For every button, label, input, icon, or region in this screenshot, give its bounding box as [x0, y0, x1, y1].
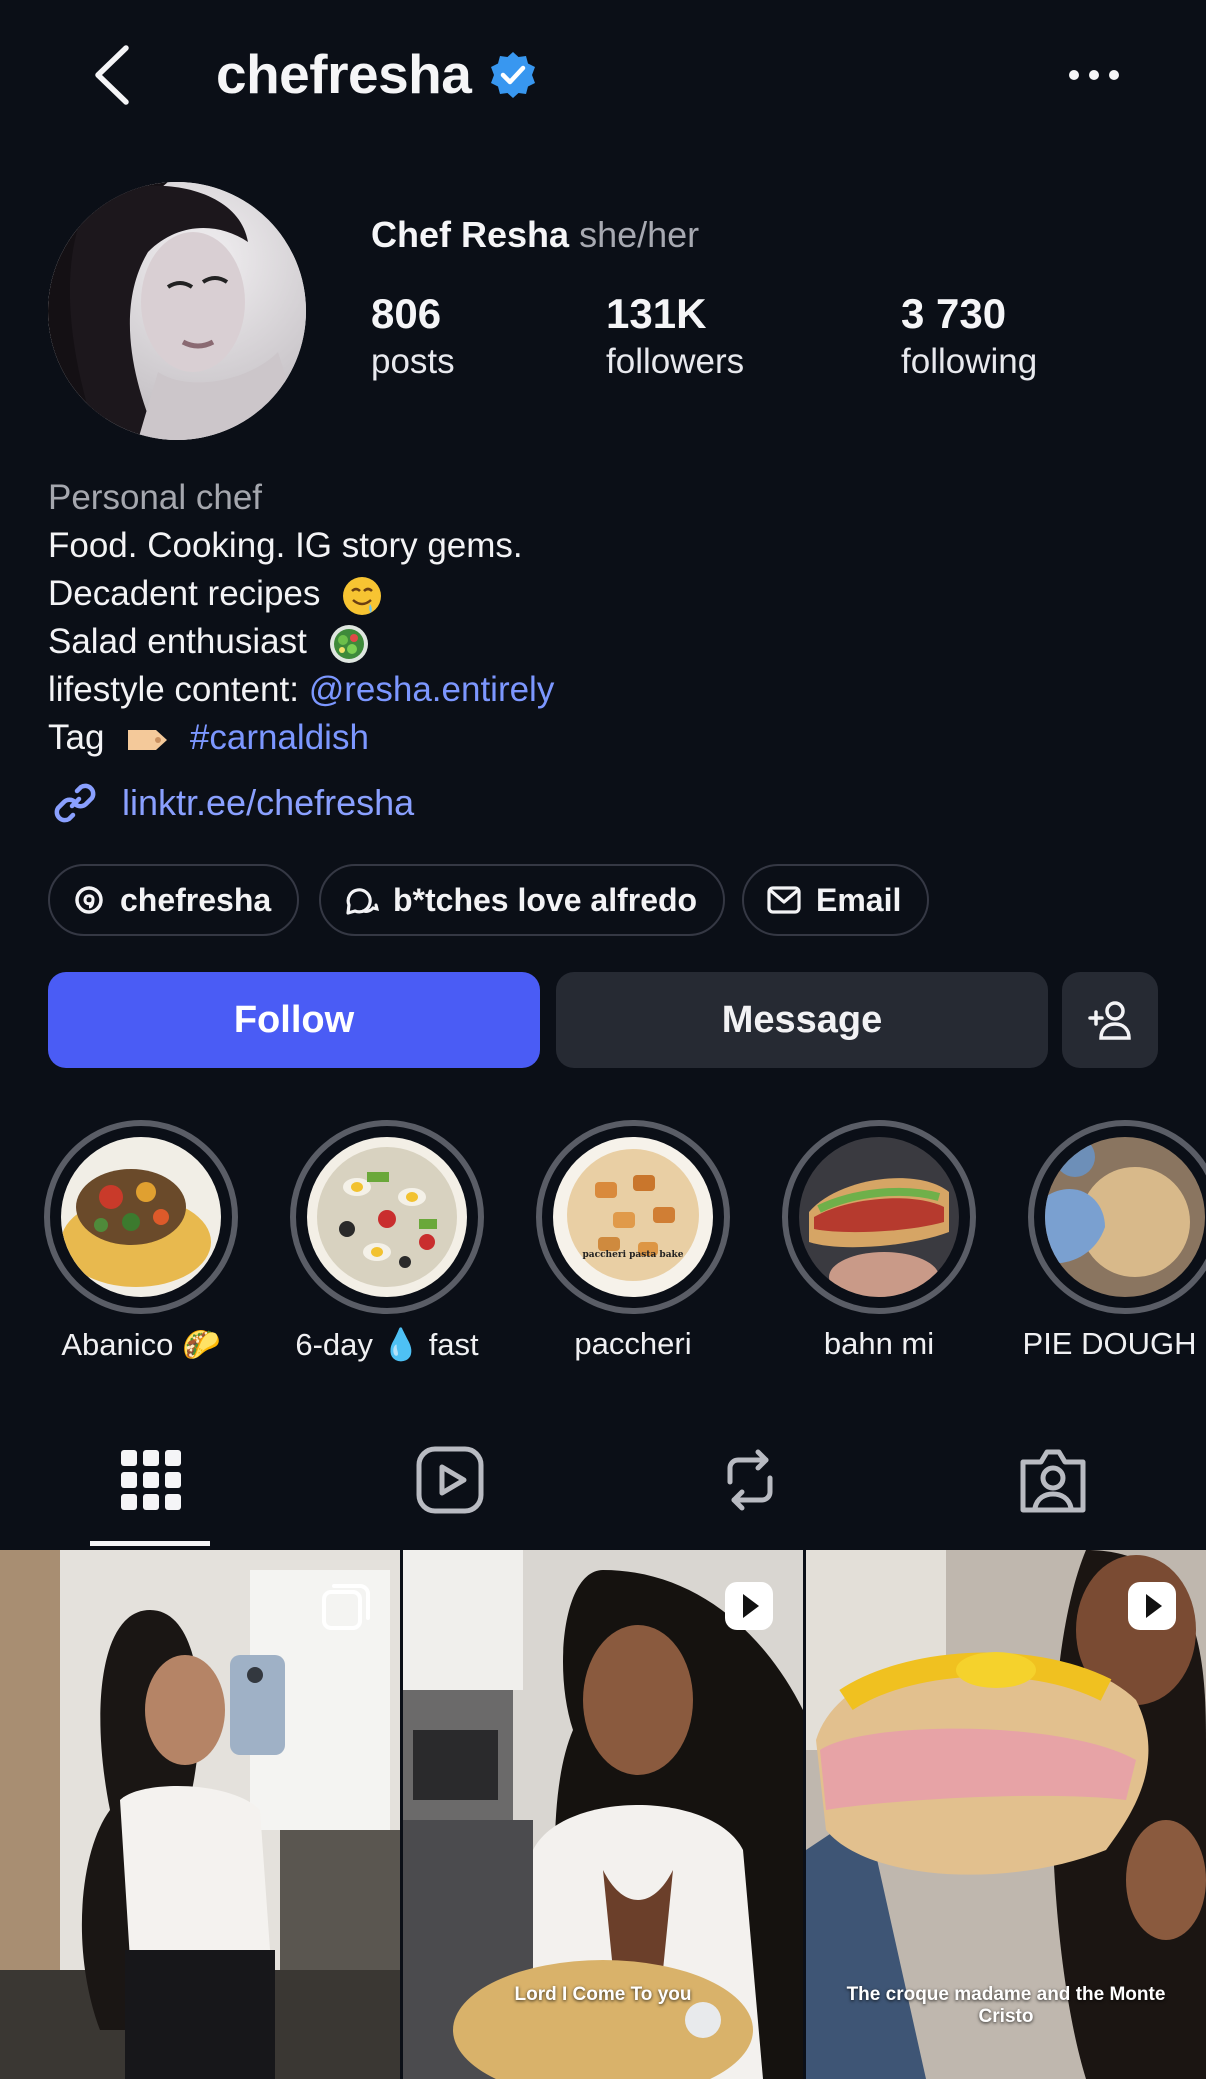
threads-icon: [75, 886, 103, 914]
highlight-label: paccheri: [574, 1326, 692, 1361]
stat-value: 806: [371, 290, 442, 337]
tagged-icon[interactable]: [1013, 1440, 1093, 1520]
post-tile[interactable]: Lord I Come To you: [403, 1550, 803, 2079]
stat-posts[interactable]: 806 posts: [371, 290, 455, 382]
profile-link[interactable]: linktr.ee/chefresha: [48, 776, 414, 830]
profile-bio: Personal chef Food. Cooking. IG story ge…: [48, 474, 554, 762]
channel-chip[interactable]: b*tches love alfredo: [319, 864, 726, 936]
salad-emoji-icon: [329, 624, 368, 663]
stat-value: 3 730: [901, 290, 1007, 337]
highlight-label: Abanico 🌮: [61, 1327, 221, 1362]
highlight-thumbnail: [61, 1137, 221, 1297]
reel-icon: [725, 1582, 773, 1630]
highlight-image-text: paccheri pasta bake: [582, 1250, 684, 1260]
follow-button[interactable]: Follow: [48, 972, 540, 1068]
more-options-icon[interactable]: [1064, 55, 1124, 95]
post-caption: Lord I Come To you: [514, 1984, 692, 2005]
bio-category: Personal chef: [48, 478, 263, 517]
bio-line-salad: Salad enthusiast: [48, 618, 554, 666]
story-highlight[interactable]: paccheri pasta bake paccheri: [533, 1120, 733, 1361]
back-icon[interactable]: [88, 40, 138, 110]
stat-following[interactable]: 3 730 following: [901, 290, 1037, 382]
chip-label: b*tches love alfredo: [393, 881, 698, 918]
story-highlight[interactable]: 6-day 💧 fast: [287, 1120, 487, 1362]
stat-label: posts: [371, 342, 455, 381]
story-highlight[interactable]: PIE DOUGH D: [1023, 1120, 1206, 1361]
story-highlight[interactable]: Abanico 🌮: [41, 1120, 241, 1362]
suggest-accounts-button[interactable]: [1062, 972, 1158, 1068]
stat-value: 131K: [606, 290, 707, 337]
highlight-label: 6-day 💧 fast: [295, 1327, 479, 1362]
carousel-icon: [322, 1584, 370, 1630]
message-button[interactable]: Message: [556, 972, 1048, 1068]
link-text: linktr.ee/chefresha: [122, 782, 415, 823]
reel-icon: [1128, 1582, 1176, 1630]
chat-icon: [346, 888, 379, 915]
profile-page: chefresha Chef Resha she/her 806 posts 1…: [0, 0, 1206, 2079]
label-tag-emoji-icon: [128, 729, 168, 750]
bio-line-tag: Tag #carnaldish: [48, 714, 554, 762]
email-chip[interactable]: Email: [742, 864, 930, 936]
grid-icon[interactable]: [111, 1440, 191, 1520]
top-bar: chefresha: [0, 0, 1206, 150]
stat-label: followers: [606, 342, 745, 381]
bio-mention-link[interactable]: @resha.entirely: [309, 670, 555, 709]
chip-label: Email: [816, 881, 902, 918]
link-icon: [54, 783, 96, 823]
bio-line-lifestyle: lifestyle content: @resha.entirely: [48, 666, 554, 714]
mail-icon: [767, 886, 801, 914]
active-tab-indicator: [90, 1541, 210, 1546]
stat-followers[interactable]: 131K followers: [606, 290, 744, 382]
bio-hashtag-link[interactable]: #carnaldish: [190, 718, 369, 757]
story-highlight[interactable]: bahn mi: [779, 1120, 979, 1361]
reels-icon[interactable]: [410, 1440, 490, 1520]
chip-label: chefresha: [120, 881, 272, 918]
highlight-thumbnail: [307, 1137, 467, 1297]
highlight-label: PIE DOUGH D: [1022, 1326, 1206, 1361]
post-caption: The croque madame and the Monte Cristo: [846, 1984, 1166, 2027]
profile-handle: chefresha: [216, 43, 472, 105]
post-tile[interactable]: The croque madame and the Monte Cristo: [806, 1550, 1206, 2079]
threads-chip[interactable]: chefresha: [48, 864, 300, 936]
highlight-label: bahn mi: [823, 1326, 935, 1361]
add-person-icon: [1088, 1001, 1131, 1040]
bio-text: lifestyle content:: [48, 670, 309, 709]
bio-text: Tag: [48, 718, 105, 757]
bio-text: Decadent recipes: [48, 574, 321, 613]
reposts-icon[interactable]: [710, 1440, 790, 1520]
post-tile[interactable]: [0, 1550, 400, 2079]
stat-label: following: [901, 342, 1038, 381]
highlight-thumbnail: [799, 1137, 959, 1297]
bio-line: Food. Cooking. IG story gems.: [48, 526, 523, 565]
profile-name: Chef Resha: [371, 214, 570, 255]
bio-text: Salad enthusiast: [48, 622, 307, 661]
profile-avatar[interactable]: [48, 182, 306, 440]
profile-name-row: Chef Resha she/her: [371, 214, 699, 256]
profile-pronouns: she/her: [579, 214, 700, 255]
drooling-face-emoji-icon: [343, 576, 382, 615]
highlight-thumbnail: paccheri pasta bake: [553, 1137, 713, 1297]
highlight-thumbnail: [1045, 1137, 1205, 1297]
verified-badge-icon: [491, 52, 535, 98]
bio-line-recipes: Decadent recipes: [48, 570, 554, 618]
